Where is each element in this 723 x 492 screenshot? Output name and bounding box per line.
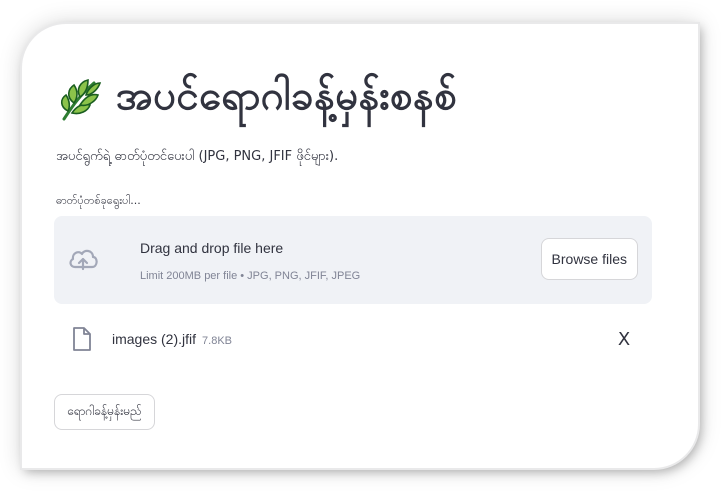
close-icon: X [617, 329, 631, 350]
uploaded-file-item: images (2).jfif 7.8KB X [54, 320, 652, 360]
dropzone-limit-text: Limit 200MB per file • JPG, PNG, JFIF, J… [140, 270, 361, 282]
remove-file-button[interactable]: X [612, 328, 636, 352]
file-name-text: images (2).jfif [112, 331, 197, 347]
uploaded-file-name: images (2).jfif 7.8KB [112, 331, 232, 347]
header: အပင်ရောဂါခန့်မှန်းစနစ် [58, 70, 457, 129]
page-title: အပင်ရောဂါခန့်မှန်းစနစ် [116, 73, 458, 119]
cloud-upload-icon [69, 249, 98, 271]
page-subtitle: အပင်ရွက်ရဲ့ ဓာတ်ပုံတင်ပေးပါ (JPG, PNG, J… [56, 149, 339, 164]
file-size: 7.8KB [202, 335, 232, 347]
app-window: အပင်ရောဂါခန့်မှန်းစနစ် အပင်ရွက်ရဲ့ ဓာတ်ပ… [22, 24, 698, 468]
uploader-label: ဓာတ်ပုံတစ်ခုရွေးပါ... [56, 194, 141, 207]
predict-disease-button[interactable]: ရောဂါခန့်မှန်းမည် [54, 394, 155, 430]
file-dropzone[interactable]: Drag and drop file here Limit 200MB per … [54, 216, 652, 304]
herb-leaf-icon [60, 78, 102, 120]
file-icon [73, 327, 91, 351]
browse-files-button[interactable]: Browse files [540, 238, 638, 280]
dropzone-instructions: Drag and drop file here [140, 240, 284, 256]
